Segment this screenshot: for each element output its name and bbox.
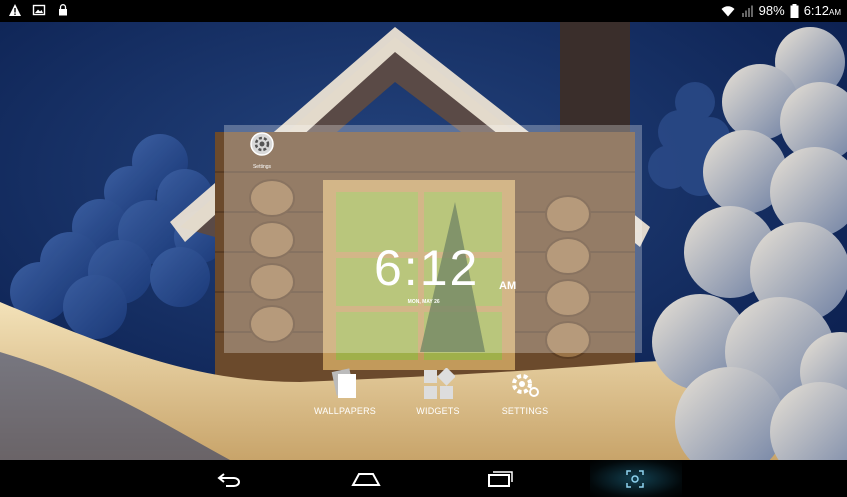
settings-app-shortcut[interactable]: Settings	[242, 131, 282, 170]
home-page-preview[interactable]: Settings 6:12 AM MON, MAY 26	[224, 125, 642, 353]
clock-time: 6:12	[374, 240, 480, 296]
widgets-icon	[424, 368, 455, 399]
back-icon	[217, 472, 240, 487]
recents-icon	[488, 470, 513, 487]
warning-icon	[9, 4, 21, 16]
back-button[interactable]	[200, 460, 260, 497]
status-time: 6:12AM	[803, 3, 841, 18]
lock-icon	[59, 4, 67, 16]
home-screen: 98% 6:12AM Settings 6:12 AM MON, MAY 26 …	[0, 0, 847, 497]
screenshot-button[interactable]	[605, 460, 665, 497]
overview-actions: WALLPAPERS WIDGETS SETTINGS	[0, 368, 847, 428]
settings-gear-icon	[512, 374, 539, 397]
image-icon	[32, 4, 46, 16]
settings-label: SETTINGS	[501, 406, 549, 416]
navigation-bar	[0, 460, 847, 497]
settings-app-label: Settings	[252, 164, 272, 170]
clock-date: MON, MAY 26	[407, 299, 440, 305]
battery-icon	[790, 3, 799, 18]
wallpapers-button[interactable]: WALLPAPERS	[300, 368, 390, 416]
home-icon	[351, 472, 381, 486]
clock-ampm: AM	[499, 280, 517, 292]
settings-button[interactable]: SETTINGS	[480, 368, 570, 416]
wifi-icon	[721, 5, 735, 16]
status-time-suffix: AM	[829, 8, 841, 17]
clock-widget[interactable]: 6:12 AM MON, MAY 26	[374, 240, 516, 305]
battery-percent: 98%	[758, 3, 785, 18]
recents-button[interactable]	[470, 460, 530, 497]
settings-app-icon	[250, 132, 274, 156]
status-bar: 98% 6:12AM	[0, 0, 847, 22]
widgets-button[interactable]: WIDGETS	[393, 368, 483, 416]
home-button[interactable]	[336, 460, 396, 497]
wallpapers-label: WALLPAPERS	[313, 406, 377, 416]
signal-icon	[741, 5, 753, 17]
wallpapers-icon	[331, 368, 356, 398]
widgets-label: WIDGETS	[416, 406, 460, 416]
screenshot-icon	[626, 469, 644, 488]
